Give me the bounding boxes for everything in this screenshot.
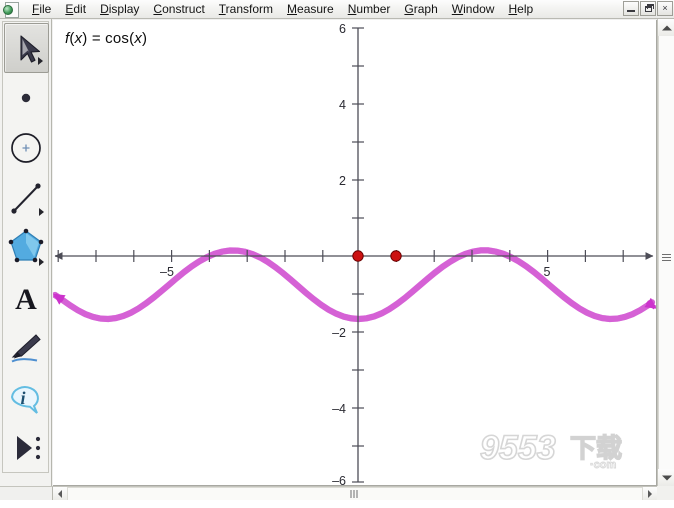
menu-item-list: File Edit Display Construct Transform Me…	[25, 1, 540, 18]
y-tick-label-4: 4	[339, 98, 346, 112]
text-tool[interactable]: A	[4, 273, 49, 323]
function-label[interactable]: f(x) = cos(x)	[65, 30, 147, 47]
svg-text:A: A	[15, 283, 37, 316]
bottom-left-corner	[0, 486, 53, 500]
vertical-scrollbar-track[interactable]	[658, 36, 674, 469]
sketch-canvas-area[interactable]: –5 5 6 4 2 –2 –4 –6 f(x) = cos(x) 9553 下…	[53, 20, 657, 486]
svg-text:i: i	[20, 388, 25, 408]
menu-bar: File Edit Display Construct Transform Me…	[0, 0, 674, 19]
menu-number[interactable]: Number	[341, 1, 398, 18]
menu-construct[interactable]: Construct	[146, 1, 211, 18]
cosine-graph[interactable]: –5 5 6 4 2 –2 –4 –6	[53, 20, 656, 485]
y-tick-label-minus2: –2	[332, 326, 346, 340]
point-tool[interactable]	[4, 73, 49, 123]
x-tick-label-5: 5	[544, 265, 551, 279]
y-tick-label-minus4: –4	[332, 402, 346, 416]
y-tick-label-2: 2	[339, 174, 346, 188]
menu-file[interactable]: File	[25, 1, 58, 18]
minimize-button[interactable]	[623, 1, 639, 16]
information-tool[interactable]: i	[4, 373, 49, 423]
sketchpad-window: File Edit Display Construct Transform Me…	[0, 0, 674, 500]
restore-button[interactable]	[640, 1, 656, 16]
y-tick-label-minus6: –6	[332, 474, 346, 485]
unit-point[interactable]	[390, 250, 402, 262]
arrow-select-tool[interactable]	[4, 23, 49, 73]
scroll-left-arrow-icon[interactable]	[53, 487, 67, 500]
straightedge-tool[interactable]	[4, 173, 49, 223]
function-label-body: (x) = cos(x)	[69, 30, 148, 47]
vertical-scrollbar[interactable]	[657, 19, 674, 486]
compass-circle-tool[interactable]	[4, 123, 49, 173]
y-tick-label-6: 6	[339, 22, 346, 36]
vertical-scrollbar-thumb[interactable]	[662, 254, 671, 263]
polygon-tool-flyout-icon[interactable]	[39, 258, 44, 266]
menu-help[interactable]: Help	[501, 1, 540, 18]
horizontal-scrollbar-thumb[interactable]	[350, 490, 360, 498]
marker-tool[interactable]	[4, 323, 49, 373]
menu-transform[interactable]: Transform	[212, 1, 280, 18]
app-globe-icon	[2, 1, 20, 18]
x-tick-label-minus5: –5	[160, 265, 174, 279]
close-button[interactable]: ×	[657, 1, 673, 16]
scroll-right-arrow-icon[interactable]	[643, 487, 657, 500]
menu-measure[interactable]: Measure	[280, 1, 341, 18]
custom-tool[interactable]	[4, 423, 49, 473]
window-controls: ×	[623, 1, 673, 16]
scroll-down-arrow-icon[interactable]	[658, 469, 674, 486]
menu-graph[interactable]: Graph	[397, 1, 444, 18]
arrow-tool-flyout-icon[interactable]	[38, 57, 43, 65]
straightedge-tool-flyout-icon[interactable]	[39, 208, 44, 216]
origin-point[interactable]	[352, 250, 364, 262]
toolbox: A i	[0, 19, 52, 500]
horizontal-scrollbar[interactable]	[53, 486, 657, 500]
polygon-tool[interactable]	[4, 223, 49, 273]
menu-window[interactable]: Window	[445, 1, 502, 18]
menu-edit[interactable]: Edit	[58, 1, 93, 18]
scroll-up-arrow-icon[interactable]	[658, 19, 674, 36]
menu-display[interactable]: Display	[93, 1, 146, 18]
scrollbar-corner	[657, 486, 674, 500]
toolbox-tool-list: A i	[2, 21, 49, 473]
